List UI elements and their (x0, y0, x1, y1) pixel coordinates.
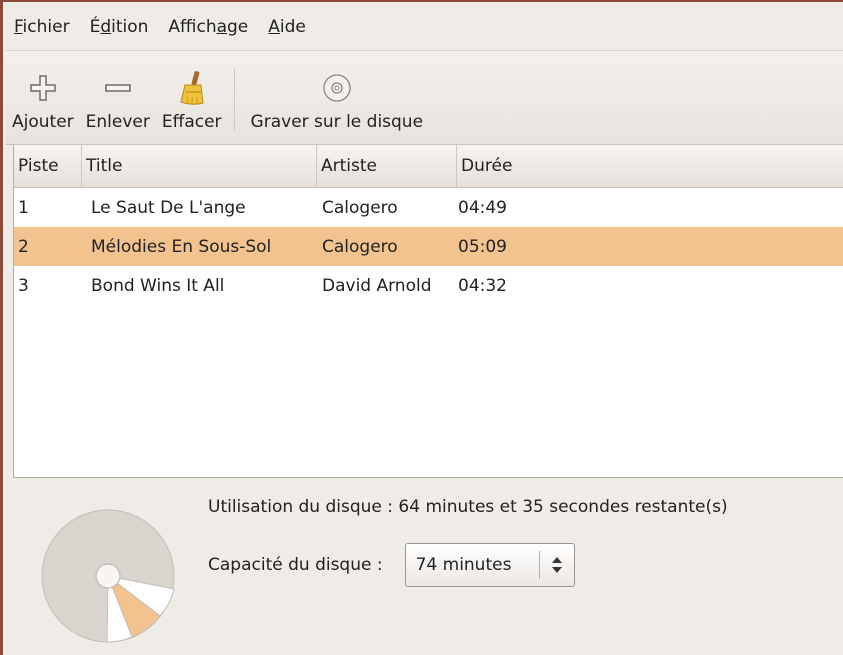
column-header-title[interactable]: Title (82, 145, 317, 187)
capacity-row: Capacité du disque : 74 minutes (208, 543, 575, 587)
disc-usage-text: Utilisation du disque : 64 minutes et 35… (208, 497, 728, 517)
track-list[interactable]: Piste Title Artiste Durée 1 Le Saut De L… (13, 145, 843, 478)
remove-button[interactable]: Enlever (80, 66, 156, 144)
capacity-combobox[interactable]: 74 minutes (404, 543, 575, 587)
toolbar-separator (233, 68, 235, 130)
menu-edition[interactable]: Édition (80, 4, 159, 50)
toolbar: Ajouter Enlever Effacer Graver sur le di… (6, 51, 843, 145)
minus-icon (103, 66, 133, 110)
add-label: Ajouter (12, 112, 74, 132)
cd-icon (322, 66, 352, 110)
column-header-artiste[interactable]: Artiste (317, 145, 457, 187)
menu-bar: Fichier Édition Affichage Aide (6, 4, 843, 51)
burn-label: Graver sur le disque (250, 112, 424, 132)
column-header-piste[interactable]: Piste (14, 145, 82, 187)
track-artist: Calogero (322, 236, 398, 257)
track-title: Le Saut De L'ange (91, 197, 246, 218)
table-row[interactable]: 3 Bond Wins It All David Arnold 04:32 (14, 266, 843, 305)
table-row-selected[interactable]: 2 Mélodies En Sous-Sol Calogero 05:09 (14, 227, 843, 266)
menu-fichier[interactable]: Fichier (6, 4, 80, 50)
burner-window: Fichier Édition Affichage Aide Ajouter E… (0, 0, 843, 655)
track-duration: 05:09 (458, 236, 507, 257)
clear-label: Effacer (161, 112, 222, 132)
menu-affichage[interactable]: Affichage (158, 4, 258, 50)
broom-icon (177, 66, 207, 110)
menu-aide[interactable]: Aide (258, 4, 316, 50)
track-artist: David Arnold (322, 275, 432, 296)
capacity-label: Capacité du disque : (208, 555, 383, 575)
track-artist: Calogero (322, 197, 398, 218)
track-number: 2 (18, 236, 29, 257)
track-number: 3 (18, 275, 29, 296)
track-list-header: Piste Title Artiste Durée (14, 145, 843, 188)
capacity-value: 74 minutes (415, 555, 512, 575)
disc-status-panel: Utilisation du disque : 64 minutes et 35… (6, 479, 843, 655)
disc-hole (95, 563, 121, 589)
burn-button[interactable]: Graver sur le disque (245, 66, 430, 144)
track-title: Bond Wins It All (91, 275, 225, 296)
track-number: 1 (18, 197, 29, 218)
add-button[interactable]: Ajouter (6, 66, 80, 144)
clear-button[interactable]: Effacer (156, 66, 228, 144)
disc-usage-pie (41, 509, 175, 643)
table-row[interactable]: 1 Le Saut De L'ange Calogero 04:49 (14, 188, 843, 227)
track-duration: 04:32 (458, 275, 507, 296)
remove-label: Enlever (85, 112, 150, 132)
column-header-duree[interactable]: Durée (457, 145, 843, 187)
spin-arrows-icon (540, 555, 574, 575)
plus-icon (28, 66, 58, 110)
track-title: Mélodies En Sous-Sol (91, 236, 272, 257)
track-duration: 04:49 (458, 197, 507, 218)
